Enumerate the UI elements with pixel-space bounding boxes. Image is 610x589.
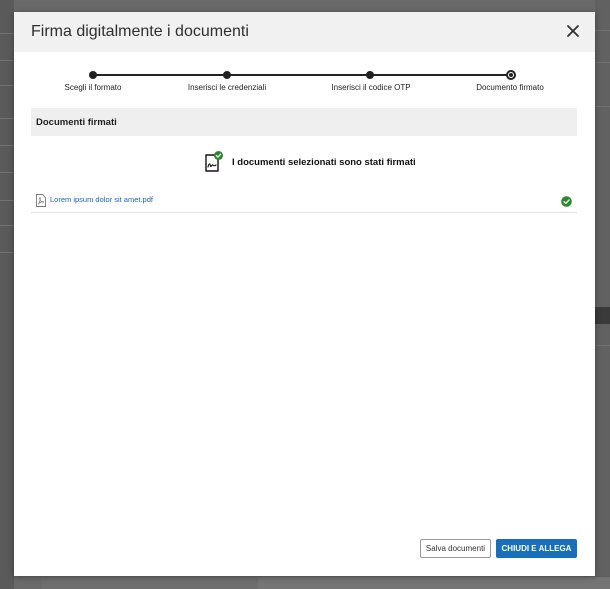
stepper-track (92, 74, 510, 76)
pdf-file-icon (36, 194, 46, 207)
background-divider (0, 85, 14, 86)
step-label-format: Scegli il formato (64, 83, 122, 92)
background-right-panel (595, 0, 610, 589)
save-documents-button[interactable]: Salva documenti (420, 539, 491, 558)
step-marker-completed (223, 71, 231, 79)
background-divider (0, 33, 14, 34)
background-divider (595, 62, 610, 63)
background-divider (595, 106, 610, 107)
background-block (595, 307, 610, 324)
success-text: I documenti selezionati sono stati firma… (232, 157, 416, 168)
close-icon[interactable] (563, 21, 583, 41)
close-and-attach-button[interactable]: CHIUDI E ALLEGA (496, 539, 577, 558)
step-label-signed: Documento firmato (476, 83, 544, 92)
background-divider (0, 118, 14, 119)
background-divider (595, 30, 610, 31)
step-label-credentials: Inserisci le credenziali (187, 83, 267, 92)
modal-title: Firma digitalmente i documenti (31, 23, 249, 40)
section-title: Documenti firmati (36, 117, 117, 128)
background-divider (0, 172, 14, 173)
check-circle-icon (561, 194, 572, 207)
background-divider (595, 345, 610, 346)
step-marker-current (506, 70, 516, 80)
step-marker-completed (89, 71, 97, 79)
file-list-item: Lorem ipsum dolor sit amet.pdf (31, 190, 577, 213)
progress-stepper: Scegli il formato Inserisci le credenzia… (14, 64, 595, 104)
success-message: I documenti selezionati sono stati firma… (14, 150, 595, 176)
background-footer-inner (258, 577, 610, 589)
background-divider (0, 225, 14, 226)
file-link[interactable]: Lorem ipsum dolor sit amet.pdf (50, 195, 153, 204)
signed-document-icon (201, 150, 225, 174)
background-divider (0, 252, 14, 253)
background-left-panel (0, 0, 14, 589)
signed-documents-header: Documenti firmati (31, 108, 577, 136)
background-divider (0, 145, 14, 146)
sign-documents-modal: Firma digitalmente i documenti Scegli il… (14, 12, 595, 576)
background-divider (0, 200, 14, 201)
background-divider (0, 60, 14, 61)
step-label-otp: Inserisci il codice OTP (331, 83, 411, 92)
modal-header: Firma digitalmente i documenti (14, 12, 595, 52)
step-marker-completed (366, 71, 374, 79)
